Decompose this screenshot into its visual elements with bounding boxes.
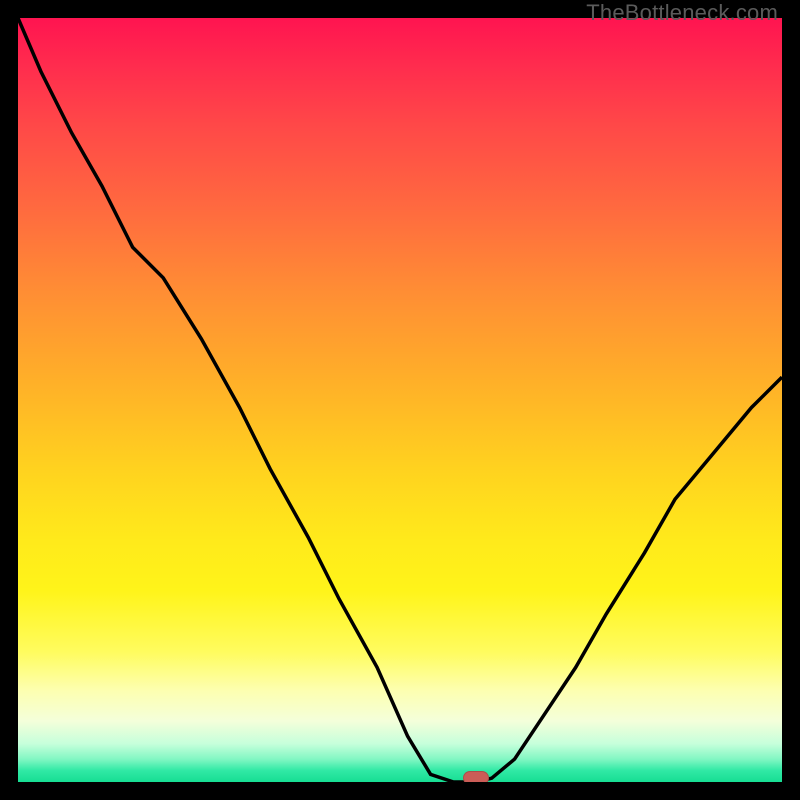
watermark-text: TheBottleneck.com bbox=[586, 0, 778, 26]
chart-frame: TheBottleneck.com bbox=[0, 0, 800, 800]
curve-path bbox=[18, 18, 782, 782]
optimum-marker bbox=[463, 771, 489, 782]
bottleneck-curve bbox=[18, 18, 782, 782]
plot-area bbox=[18, 18, 782, 782]
